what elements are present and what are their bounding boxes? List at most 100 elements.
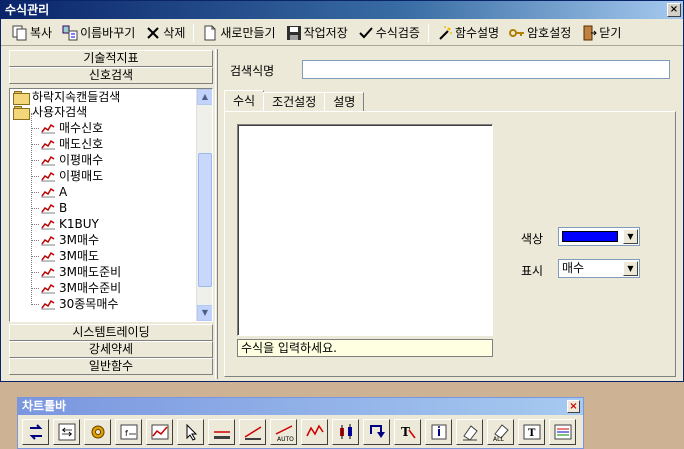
save-button[interactable]: 작업저장: [281, 22, 353, 44]
tree-item[interactable]: 3M매도준비: [31, 264, 121, 280]
chart-toolbar-title: 차트툴바: [22, 399, 67, 413]
category-strength[interactable]: 강세약세: [9, 341, 213, 358]
formula-editor[interactable]: [237, 124, 493, 336]
formula-button[interactable]: f: [115, 419, 142, 445]
new-button[interactable]: 새로만들기: [197, 22, 280, 44]
arrow-button[interactable]: [363, 419, 390, 445]
password-button[interactable]: 암호설정: [504, 22, 576, 44]
chart-add-button[interactable]: [146, 419, 173, 445]
eraser-all-button[interactable]: ALL: [487, 419, 514, 445]
window-title: 수식관리: [5, 3, 50, 17]
category-general-functions[interactable]: 일반함수: [9, 358, 213, 375]
folder-icon: [13, 91, 30, 105]
eraser-icon: [462, 425, 478, 441]
chevron-down-icon[interactable]: ▼: [623, 261, 638, 276]
tree-connector: [31, 159, 39, 161]
pane-splitter[interactable]: [215, 49, 218, 379]
category-system-trading[interactable]: 시스템트레이딩: [9, 324, 213, 341]
properties-button[interactable]: [549, 419, 576, 445]
chart-toolbar-titlebar[interactable]: 차트툴바 ×: [18, 398, 583, 415]
tree-connector: [31, 127, 39, 129]
tree-item[interactable]: 이평매도: [31, 168, 103, 184]
window-titlebar[interactable]: 수식관리 ×: [1, 1, 683, 19]
info-icon: [431, 424, 446, 440]
text-box-button[interactable]: T: [518, 419, 545, 445]
info-button[interactable]: [425, 419, 452, 445]
window-close-button[interactable]: ×: [667, 3, 681, 17]
swap-icon: [29, 424, 42, 440]
chevron-down-icon[interactable]: ▼: [623, 229, 638, 244]
tree-item[interactable]: B: [31, 200, 67, 216]
line-chart-icon: [41, 282, 55, 294]
line-chart-icon: [41, 250, 55, 262]
tree-item[interactable]: 3M매도: [31, 248, 99, 264]
cursor-icon: [186, 423, 197, 441]
arrow-icon: [369, 425, 385, 438]
tab-panel: 수식을 입력하세요. 색상 ▼ 표시 매수 ▼: [224, 111, 676, 377]
swap-button[interactable]: [22, 419, 49, 445]
tab-description[interactable]: 설명: [324, 92, 365, 112]
tree-folder[interactable]: 사용자검색: [13, 104, 87, 120]
settings-button[interactable]: [84, 419, 111, 445]
function-help-button[interactable]: 함수설명: [432, 22, 504, 44]
formula-manager-window: 수식관리 × 복사 이름바꾸기 삭제 새로만들기 작업저장 수식검증 함수설명 …: [0, 0, 684, 382]
tab-conditions[interactable]: 조건설정: [263, 92, 326, 112]
cursor-button[interactable]: [177, 419, 204, 445]
trendline-button[interactable]: [239, 419, 266, 445]
line-chart-icon: [41, 218, 55, 230]
color-picker[interactable]: ▼: [558, 227, 640, 246]
indicator-button[interactable]: [53, 419, 80, 445]
delete-button[interactable]: 삭제: [140, 22, 190, 44]
chart-toolbar-window: 차트툴바 × f AUTO T ALL T: [17, 397, 584, 449]
rename-icon: [62, 25, 78, 41]
trendline-icon: [244, 426, 261, 440]
formula-tree[interactable]: 하락지속캔들검색 사용자검색 매수신호 매도신호 이평매수 이평매도 A B K1BUY 3M…: [9, 88, 213, 322]
tree-item[interactable]: 3M매수준비: [31, 280, 121, 296]
tree-connector: [31, 143, 39, 145]
category-pane: 기술적지표 신호검색 하락지속캔들검색 사용자검색 매수신호 매도신호 이평매수 이평…: [9, 50, 213, 378]
text-tool-button[interactable]: T: [394, 419, 421, 445]
category-signal-search[interactable]: 신호검색: [9, 67, 213, 84]
rename-button[interactable]: 이름바꾸기: [57, 22, 140, 44]
tree-item[interactable]: A: [31, 184, 67, 200]
tree-item[interactable]: K1BUY: [31, 216, 99, 232]
text-tool-icon: T: [401, 425, 416, 439]
line-chart-icon: [41, 154, 55, 166]
tree-item[interactable]: 이평매수: [31, 152, 103, 168]
tree-scrollbar[interactable]: ▲ ▼: [196, 89, 212, 321]
scroll-thumb[interactable]: [198, 153, 212, 287]
key-icon: [509, 25, 525, 41]
tab-formula[interactable]: 수식: [224, 90, 265, 112]
scroll-up-icon[interactable]: ▲: [197, 89, 212, 105]
rename-label: 이름바꾸기: [80, 26, 136, 40]
tree-connector: [31, 271, 39, 273]
close-button[interactable]: 닫기: [576, 22, 626, 44]
wave-button[interactable]: [301, 419, 328, 445]
search-name-input[interactable]: [302, 60, 670, 79]
category-technical[interactable]: 기술적지표: [9, 50, 213, 67]
tree-item-label: 이평매도: [59, 169, 104, 183]
color-label: 색상: [521, 232, 544, 246]
settings-icon: [91, 425, 104, 439]
tree-item[interactable]: 매도신호: [31, 136, 103, 152]
auto-trend-button[interactable]: AUTO: [270, 419, 297, 445]
verify-button[interactable]: 수식검증: [353, 22, 425, 44]
copy-button[interactable]: 복사: [7, 22, 57, 44]
new-document-icon: [202, 25, 218, 41]
chart-toolbar-close-button[interactable]: ×: [567, 400, 580, 413]
tree-item[interactable]: 3M매수: [31, 232, 99, 248]
tree-item-label: 3M매수: [59, 233, 100, 247]
tree-item[interactable]: 30종목매수: [31, 296, 118, 312]
indicator-icon: [58, 423, 75, 441]
tree-connector: [31, 191, 39, 193]
display-select[interactable]: 매수 ▼: [558, 259, 640, 278]
password-label: 암호설정: [527, 26, 572, 40]
eraser-button[interactable]: [456, 419, 483, 445]
toolbar-separator: [193, 23, 195, 42]
tree-item[interactable]: 매수신호: [31, 120, 103, 136]
scroll-down-icon[interactable]: ▼: [197, 305, 212, 321]
candle-button[interactable]: [332, 419, 359, 445]
line-button[interactable]: [208, 419, 235, 445]
line-icon: [213, 431, 230, 439]
tree-folder[interactable]: 하락지속캔들검색: [13, 89, 120, 105]
